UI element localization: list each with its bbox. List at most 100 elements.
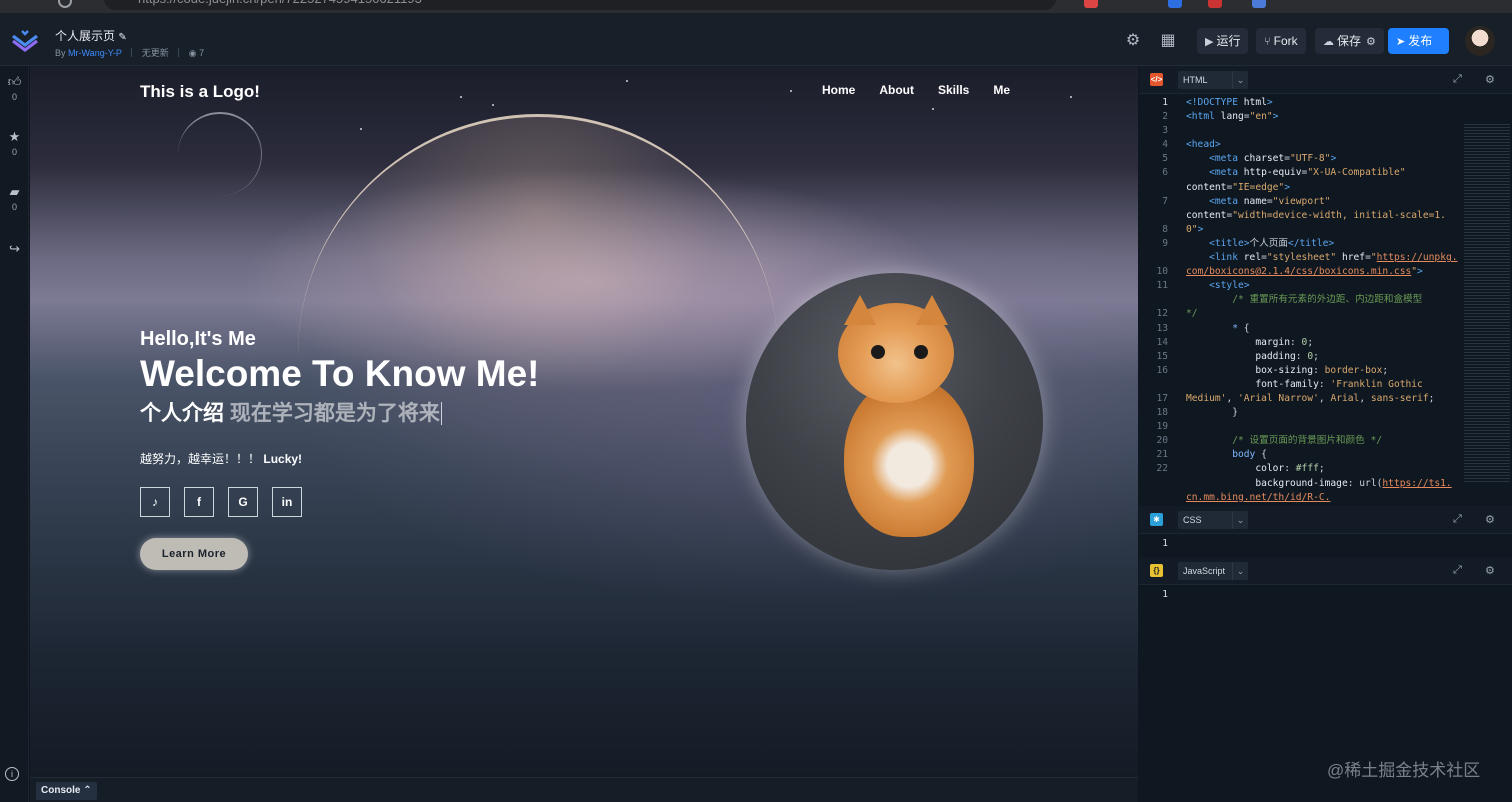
cat-eye [871,345,885,359]
info-icon[interactable]: i [5,767,19,781]
line-number: 17 [1156,392,1168,404]
editor-panels: </> HTML ⌄ ⤢ ⚙ 123456 7 89 10 11 12 13 14 15 1… [1139,66,1512,802]
nav-about[interactable]: About [879,83,914,97]
js-code-editor[interactable]: 1 [1139,586,1512,604]
project-title-text: 个人展示页 [55,29,116,43]
nav-skills[interactable]: Skills [938,83,969,97]
google-icon[interactable]: G [228,487,258,517]
nav-home[interactable]: Home [822,83,855,97]
line-number: 7 [1162,195,1168,207]
line-numbers: 123456 7 89 10 11 12 13 14 15 16 17 18 19 20 21 22 [1139,96,1179,491]
css-code-editor[interactable]: 1 [1139,535,1512,553]
intro-heading: 个人介绍 现在学习都是为了将来 [140,397,442,427]
fork-button[interactable]: ⑂ Fork [1256,28,1306,54]
js-lang-label: JavaScript [1183,566,1226,576]
chevron-up-icon: ⌃ [83,785,92,796]
address-bar[interactable]: https://code.juejin.cn/pen/7225274594150… [104,0,1056,10]
line-number: 1 [1162,589,1168,600]
comment-count: 0 [11,202,17,212]
site-logo: This is a Logo! [140,82,260,101]
linkedin-icon[interactable]: in [272,487,302,517]
fork-label: Fork [1273,34,1298,48]
save-button[interactable]: ☁ 保存 ⚙ [1315,28,1384,54]
line-number: 14 [1156,336,1168,348]
line-number [1139,251,1179,265]
nav-me[interactable]: Me [993,83,1010,97]
expand-icon[interactable]: ⤢ [1453,73,1462,86]
extension-icon[interactable] [1208,0,1222,8]
code-minimap[interactable] [1464,124,1510,484]
intro-static: 个人介绍 [140,402,224,425]
thumbs-up-icon: 👍︎ [7,74,22,89]
line-number [1139,378,1179,392]
author-link[interactable]: Mr-Wang-Y-P [68,48,122,58]
line-number: 4 [1162,139,1168,151]
css-language-select[interactable]: CSS ⌄ [1178,511,1248,529]
juejin-logo[interactable] [11,29,39,53]
chevron-down-icon: ⌄ [1232,562,1248,580]
html-code-editor[interactable]: 123456 7 89 10 11 12 13 14 15 16 17 18 19 20 21 22… [1139,94,1512,504]
cat-ear [844,295,876,325]
console-toggle[interactable]: Console ⌃ [36,782,97,800]
share-button[interactable]: ↪ [0,241,29,257]
javascript-icon: {} [1150,564,1163,577]
line-number: 5 [1162,153,1168,165]
comment-button[interactable]: ▰ 0 [0,184,29,212]
view-count: 7 [199,48,205,58]
line-number: 22 [1156,463,1168,475]
social-links: ♪ f G in [140,487,302,517]
extension-icon[interactable] [1252,0,1266,8]
cat-ear [916,295,948,325]
comment-icon: ▰ [9,184,20,199]
share-icon: ↪ [9,241,20,256]
line-number: 8 [1162,223,1168,235]
line-number: 3 [1162,125,1168,137]
learn-more-button[interactable]: Learn More [140,538,248,570]
line-number: 19 [1156,421,1168,433]
avatar[interactable] [1465,26,1495,56]
intro-typed-text: 现在学习都是为了将来 [229,402,442,425]
tiktok-icon[interactable]: ♪ [140,487,170,517]
extension-icon[interactable] [1168,0,1182,8]
star-count: 0 [11,147,17,157]
line-number: 6 [1162,167,1168,179]
star-button[interactable]: ★ 0 [0,129,29,157]
js-language-select[interactable]: JavaScript ⌄ [1178,562,1248,580]
js-panel-header: {} JavaScript ⌄ ⤢ ⚙ [1139,557,1512,585]
project-meta: By Mr-Wang-Y-P 无更新 ◉ 7 [55,46,204,59]
site-nav: Home About Skills Me [822,83,1034,97]
html-language-select[interactable]: HTML ⌄ [1178,71,1248,89]
css-panel-header: ✱ CSS ⌄ ⤢ ⚙ [1139,506,1512,534]
star-icon: ★ [8,129,21,144]
cat-eye [914,345,928,359]
code-lines: <!DOCTYPE html> <html lang="en"> <head> … [1186,97,1458,503]
line-number [1139,209,1179,223]
expand-icon[interactable]: ⤢ [1453,564,1462,577]
js-settings-gear-icon[interactable]: ⚙ [1485,564,1495,577]
layout-icon[interactable]: ▦ [1159,32,1177,50]
line-number: 15 [1156,350,1168,362]
run-button[interactable]: ▶ 运行 [1197,28,1249,54]
settings-gear-icon[interactable]: ⚙ [1124,32,1142,50]
motto-cn: 越努力，越幸运！！！ [140,452,261,466]
extension-badge-icon[interactable] [1084,0,1098,8]
css-settings-gear-icon[interactable]: ⚙ [1485,513,1495,526]
html-lang-label: HTML [1183,75,1208,85]
console-bar: Console ⌃ [30,777,1138,802]
like-button[interactable]: 👍︎ 0 [0,74,29,102]
send-icon: ➤ [1396,36,1406,48]
save-settings-icon[interactable]: ⚙ [1366,36,1376,48]
expand-icon[interactable]: ⤢ [1453,513,1462,526]
publish-button[interactable]: ➤ 发布 [1388,28,1449,54]
watermark: @稀土掘金技术社区 [1327,761,1481,780]
reload-icon[interactable] [58,0,72,8]
eye-icon: ◉ [188,48,197,58]
project-title[interactable]: 个人展示页 ✎ [55,27,127,44]
left-rail: 👍︎ 0 ★ 0 ▰ 0 ↪ [0,66,29,802]
line-number [1139,181,1179,195]
pencil-icon[interactable]: ✎ [118,32,126,43]
line-number: 12 [1156,308,1168,320]
line-number: 16 [1156,364,1168,376]
html-settings-gear-icon[interactable]: ⚙ [1485,73,1495,86]
facebook-icon[interactable]: f [184,487,214,517]
